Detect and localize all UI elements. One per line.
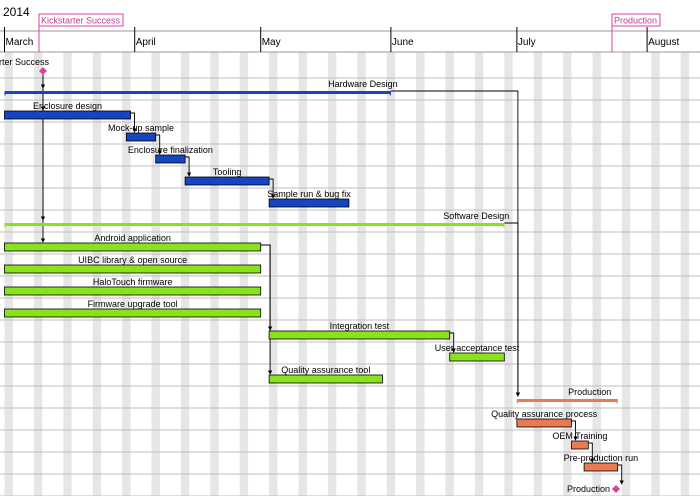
weekend-band [445, 52, 454, 496]
task-bar[interactable] [4, 264, 262, 274]
milestone-diamond[interactable] [612, 485, 620, 493]
task-bar[interactable] [516, 418, 572, 428]
weekend-band [416, 52, 425, 496]
weekend-band [239, 52, 249, 496]
header-milestone-label: Kickstarter Success [41, 16, 121, 26]
gantt-chart: 2014 March April May June July August Kicksta… [0, 5, 700, 496]
year-label: 2014 [3, 5, 30, 19]
weekend-band [357, 52, 366, 496]
task-label: Software Design [443, 211, 509, 221]
task-bar[interactable] [4, 242, 262, 252]
weekend-band [151, 52, 160, 496]
task-label: Pre-production run [564, 453, 639, 463]
task-bar[interactable] [268, 330, 451, 340]
month-label: May [262, 37, 281, 48]
summary-bar[interactable] [4, 223, 505, 226]
task-label: Sample run & bug fix [267, 189, 351, 199]
weekend-band [180, 52, 190, 496]
month-label: April [136, 37, 156, 48]
weekend-band [651, 52, 660, 496]
task-label: OEM Training [552, 431, 607, 441]
dependency-arrow [260, 244, 273, 331]
task-label: Mock-up sample [108, 123, 174, 133]
task-bar[interactable] [583, 462, 619, 472]
weekend-band [210, 52, 219, 496]
task-label: Quality assurance process [491, 409, 598, 419]
task-bar[interactable] [4, 286, 262, 296]
task-bar[interactable] [268, 198, 350, 208]
weekend-band [386, 52, 396, 496]
task-label: Kickstarter Success [0, 57, 49, 67]
task-label: Tooling [213, 167, 242, 177]
task-bar[interactable] [4, 110, 131, 120]
task-bar[interactable] [184, 176, 270, 186]
task-label: Quality assurance tool [281, 365, 370, 375]
header-milestone-label: Production [614, 16, 657, 26]
task-label: Android application [94, 233, 171, 243]
weekend-band [621, 52, 631, 496]
task-label: Production [567, 484, 610, 494]
summary-bar[interactable] [516, 399, 618, 402]
weekend-band [298, 52, 307, 496]
month-label: June [392, 37, 414, 48]
task-label: User acceptance test [435, 343, 520, 353]
timeline-header: 2014 March April May June July August Kicksta… [3, 5, 679, 52]
month-label: March [6, 37, 34, 48]
summary-bar[interactable] [4, 91, 391, 94]
task-bar[interactable] [4, 308, 262, 318]
task-bar[interactable] [155, 154, 186, 164]
weekend-band [474, 52, 484, 496]
task-label: Hardware Design [328, 79, 398, 89]
header-milestone-flags: Kickstarter Success Production [38, 13, 661, 52]
task-bar[interactable] [571, 440, 589, 450]
task-label: Integration test [330, 321, 390, 331]
task-bar[interactable] [449, 352, 505, 362]
month-label: August [648, 37, 679, 48]
dependency-arrow [260, 244, 273, 375]
task-label: HaloTouch firmware [93, 277, 173, 287]
task-label: Enclosure design [33, 101, 102, 111]
month-label: July [518, 37, 536, 48]
weekend-band [563, 52, 572, 496]
weekend-band [533, 52, 543, 496]
task-label: Production [568, 387, 611, 397]
task-label: UIBC library & open source [78, 255, 187, 265]
weekend-band [592, 52, 601, 496]
task-bar[interactable] [268, 374, 383, 384]
task-bar[interactable] [125, 132, 157, 142]
task-label: Firmware upgrade tool [88, 299, 178, 309]
weekend-band [504, 52, 513, 496]
task-label: Enclosure finalization [128, 145, 213, 155]
weekend-band [680, 52, 690, 496]
weekend-band [327, 52, 337, 496]
